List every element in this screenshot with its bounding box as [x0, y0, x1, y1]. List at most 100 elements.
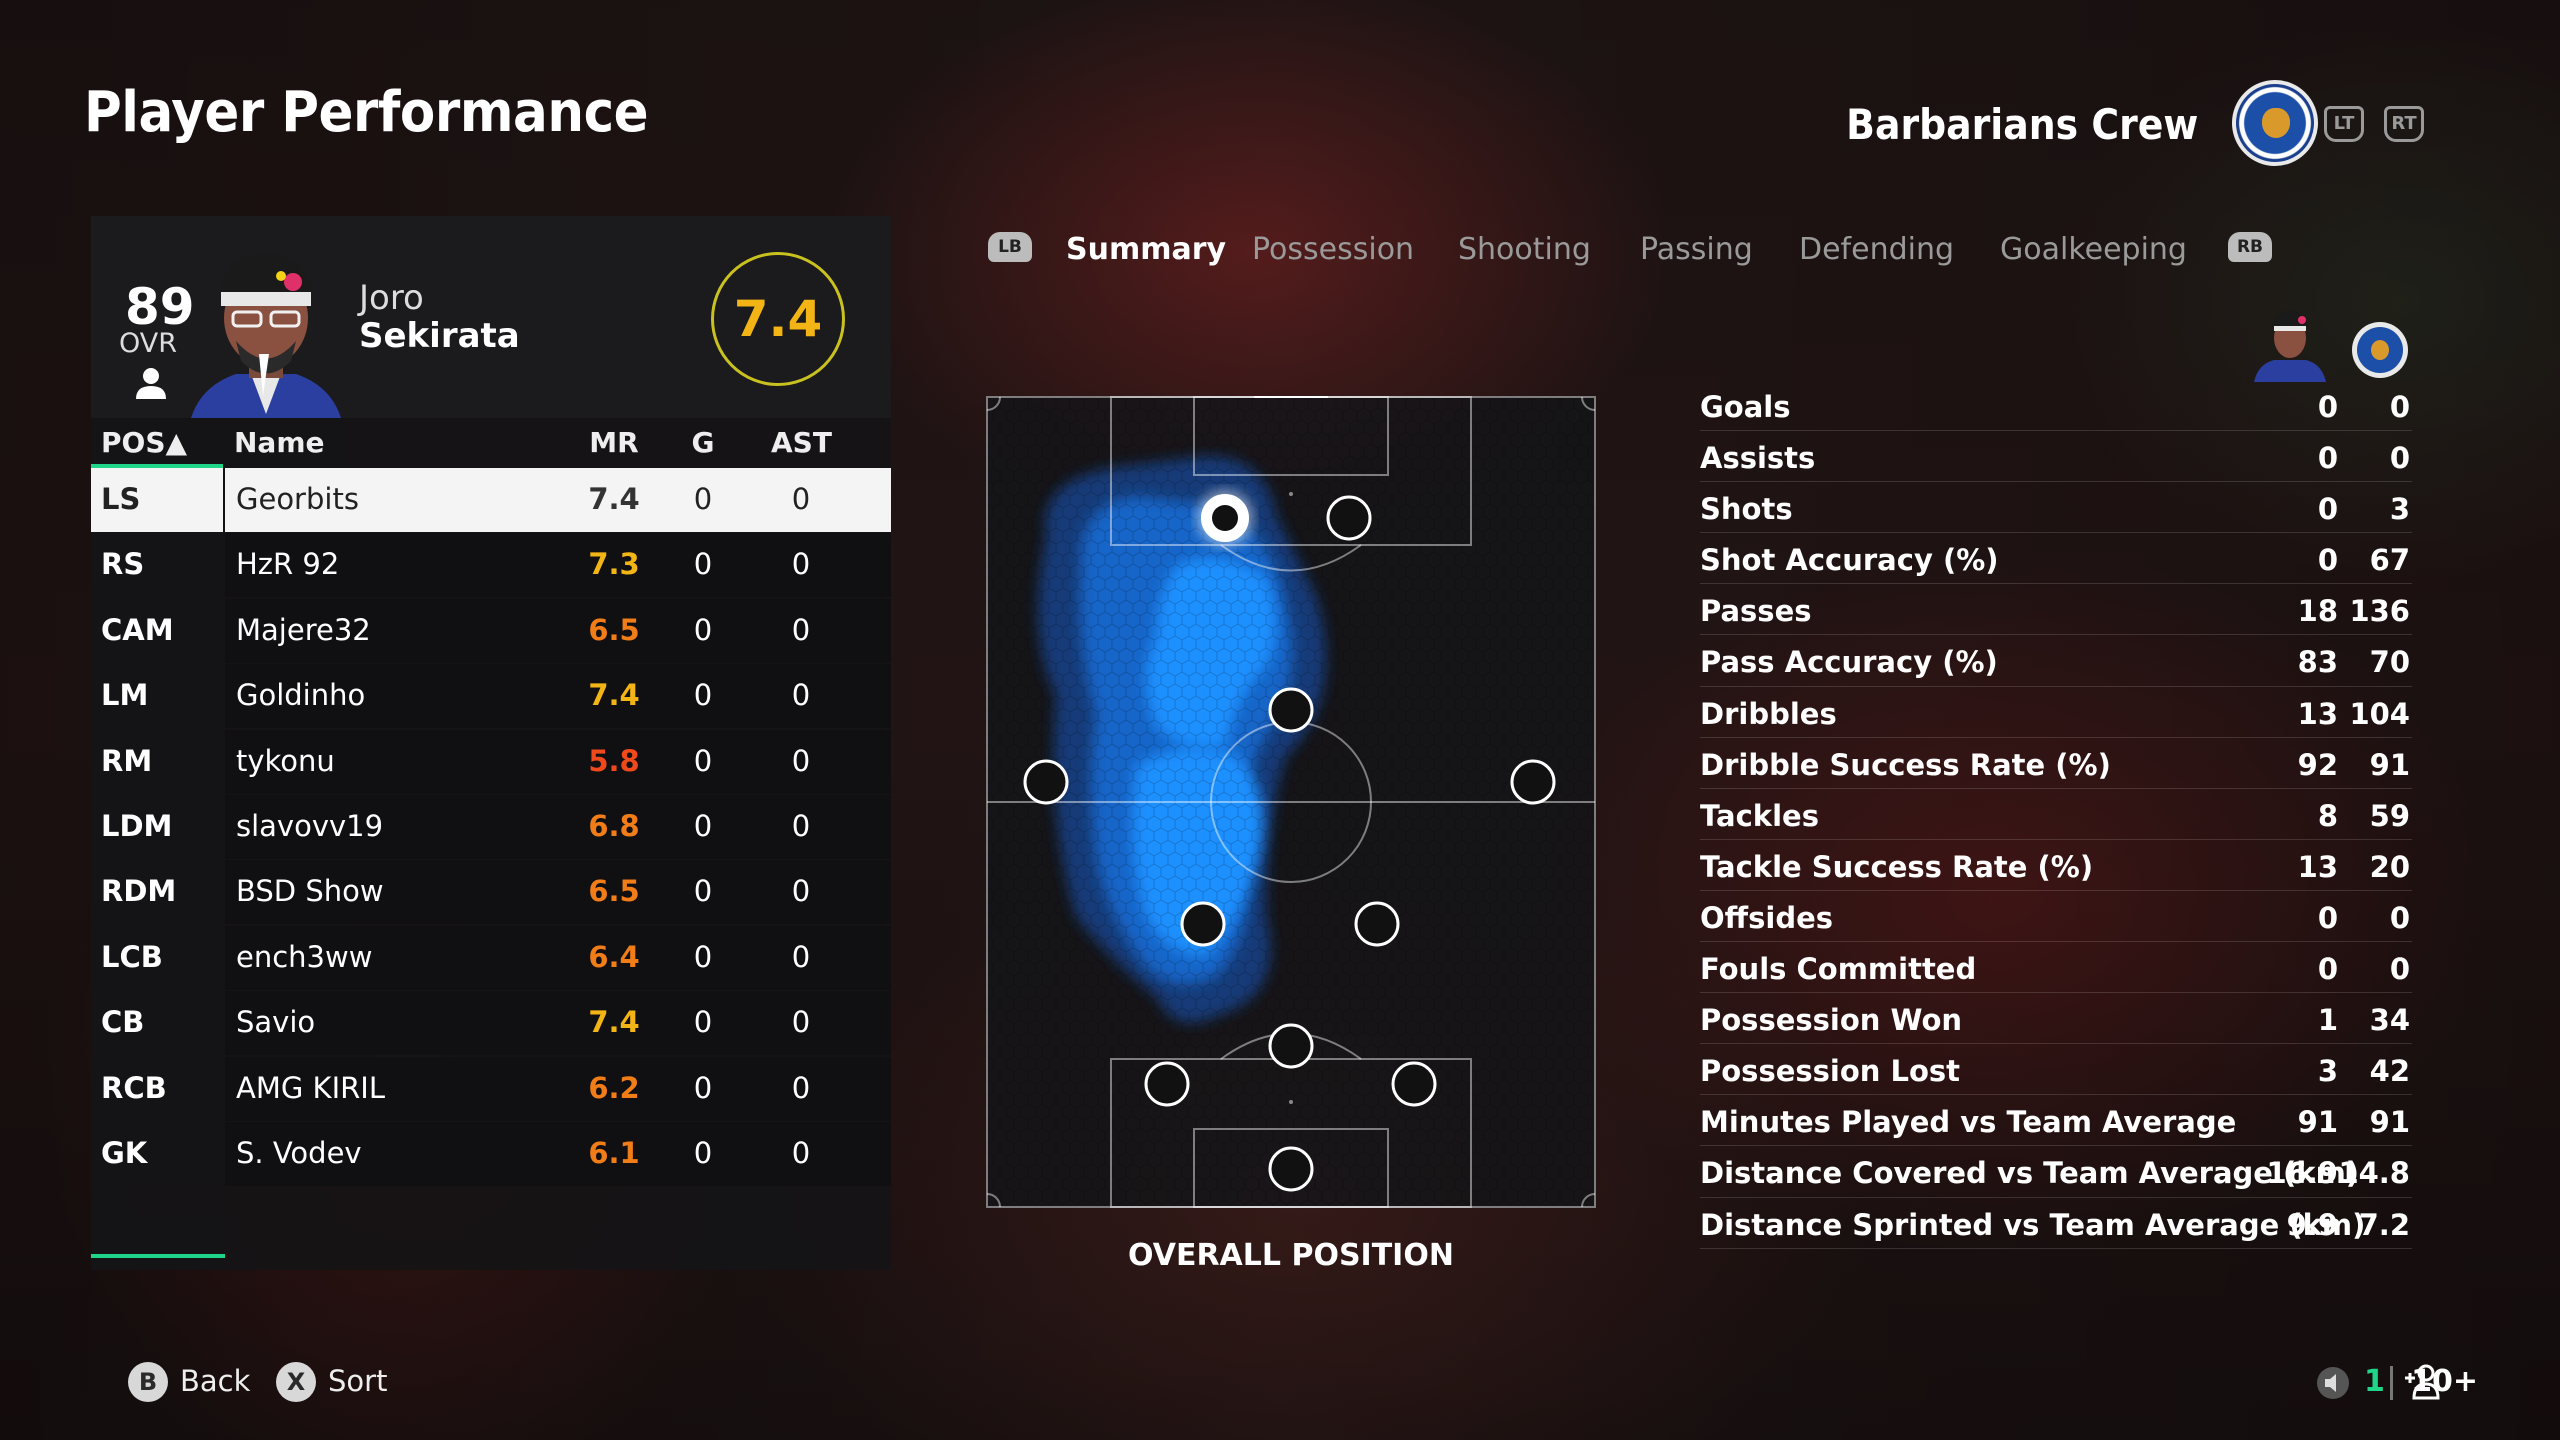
table-row[interactable]: GK S. Vodev 6.1 0 0 — [91, 1121, 891, 1186]
row-assists: 0 — [791, 1135, 811, 1170]
person-icon — [136, 368, 166, 399]
row-goals: 0 — [693, 1005, 713, 1040]
stat-player-value: 0 — [2317, 900, 2338, 935]
sort-label[interactable]: Sort — [328, 1364, 387, 1398]
tab-goalkeeping[interactable]: Goalkeeping — [2000, 232, 2187, 267]
table-row[interactable]: LS Georbits 7.4 0 0 — [91, 468, 891, 532]
row-assists: 0 — [791, 808, 811, 843]
row-goals: 0 — [693, 1135, 713, 1170]
marker-rs — [1326, 495, 1372, 541]
stat-row: Fouls Committed 0 0 — [1700, 942, 2412, 994]
name-header[interactable]: Name — [234, 426, 325, 459]
table-row[interactable]: LCB ench3ww 6.4 0 0 — [91, 925, 891, 990]
table-row[interactable]: CAM Majere32 6.5 0 0 — [91, 598, 891, 663]
club-name: Barbarians Crew — [1845, 100, 2198, 149]
stat-row: Possession Won 1 34 — [1700, 993, 2412, 1045]
row-match-rating: 6.8 — [588, 808, 640, 843]
stats-list: Goals 0 0 Assists 0 0 Shots 0 3 Shot Accuracy (%)… — [1700, 380, 2412, 1249]
stat-label: Fouls Committed — [1700, 952, 1977, 987]
table-row[interactable]: RM tykonu 5.8 0 0 — [91, 729, 891, 794]
stat-player-value: 1 — [2317, 1003, 2338, 1038]
row-player-name: Majere32 — [236, 612, 371, 647]
marker-cb — [1268, 1023, 1314, 1069]
table-filler — [91, 1216, 223, 1270]
rb-bumper-hint[interactable]: RB — [2228, 232, 2272, 262]
tab-shooting[interactable]: Shooting — [1458, 232, 1591, 267]
stat-row: Goals 0 0 — [1700, 380, 2412, 432]
marker-lm — [1023, 759, 1069, 805]
row-assists: 0 — [791, 939, 811, 974]
stat-row: Shots 0 3 — [1700, 482, 2412, 534]
rt-trigger-hint[interactable]: RT — [2384, 106, 2424, 142]
online-count: 1 — [2364, 1364, 2385, 1399]
stat-row: Possession Lost 3 42 — [1700, 1044, 2412, 1096]
tab-passing[interactable]: Passing — [1640, 232, 1753, 267]
stat-player-value: 13 — [2297, 696, 2338, 731]
stat-label: Distance Sprinted vs Team Average (km) — [1700, 1207, 2366, 1242]
x-button-icon[interactable]: X — [276, 1362, 316, 1402]
lt-trigger-hint[interactable]: LT — [2324, 106, 2364, 142]
pitch-label: OVERALL POSITION — [1128, 1238, 1454, 1273]
stat-label: Shot Accuracy (%) — [1700, 543, 1999, 578]
g-header[interactable]: G — [673, 426, 733, 459]
stat-row: Passes 18 136 — [1700, 584, 2412, 636]
stat-row: Pass Accuracy (%) 83 70 — [1700, 635, 2412, 687]
stat-team-value: 59 — [2369, 798, 2410, 833]
stat-player-value: 8 — [2317, 798, 2338, 833]
table-row[interactable]: RDM BSD Show 6.5 0 0 — [91, 860, 891, 925]
stat-label: Dribble Success Rate (%) — [1700, 747, 2111, 782]
row-position: GK — [101, 1135, 148, 1170]
tab-defending[interactable]: Defending — [1799, 232, 1954, 267]
stat-label: Tackles — [1700, 798, 1819, 833]
row-match-rating: 6.5 — [588, 874, 640, 909]
table-row[interactable]: RCB AMG KIRIL 6.2 0 0 — [91, 1056, 891, 1121]
row-goals: 0 — [693, 612, 713, 647]
row-goals: 0 — [693, 808, 713, 843]
stat-player-value: 0 — [2317, 390, 2338, 424]
stat-team-value: 0 — [2389, 441, 2410, 476]
mr-header[interactable]: MR — [569, 426, 659, 459]
row-match-rating: 5.8 — [588, 743, 640, 778]
stat-player-value: 0 — [2317, 492, 2338, 527]
stat-team-value: 104 — [2349, 696, 2410, 731]
table-scroll-indicator — [91, 1254, 225, 1258]
stat-row: Distance Sprinted vs Team Average (km) 9.… — [1700, 1198, 2412, 1249]
table-row[interactable]: CB Savio 7.4 0 0 — [91, 991, 891, 1056]
row-player-name: Savio — [236, 1005, 316, 1040]
row-goals: 0 — [693, 874, 713, 909]
row-position: CAM — [101, 612, 174, 647]
stat-label: Possession Lost — [1700, 1054, 1961, 1089]
tab-possession[interactable]: Possession — [1252, 232, 1414, 267]
player-card: 89 OVR Joro Sekirata 7.4 — [91, 216, 891, 418]
ovr-label: OVR — [119, 328, 178, 359]
table-row[interactable]: RS HzR 92 7.3 0 0 — [91, 533, 891, 598]
back-label[interactable]: Back — [180, 1364, 250, 1398]
player-compare-icon — [2254, 310, 2326, 382]
footer-divider — [2390, 1366, 2393, 1400]
row-position: RM — [101, 743, 153, 778]
player-first-name: Joro — [359, 278, 424, 318]
row-match-rating: 6.2 — [588, 1070, 640, 1105]
stat-team-value: 136 — [2349, 594, 2410, 629]
row-player-name: Georbits — [236, 482, 359, 516]
row-assists: 0 — [791, 678, 811, 713]
tab-summary[interactable]: Summary — [1066, 232, 1226, 267]
lb-bumper-hint[interactable]: LB — [988, 232, 1032, 262]
stat-row: Shot Accuracy (%) 0 67 — [1700, 533, 2412, 585]
row-match-rating: 7.4 — [588, 1005, 640, 1040]
stat-label: Dribbles — [1700, 696, 1837, 731]
stat-label: Possession Won — [1700, 1003, 1963, 1038]
b-button-icon[interactable]: B — [128, 1362, 168, 1402]
stat-row: Minutes Played vs Team Average 91 91 — [1700, 1095, 2412, 1147]
row-match-rating: 6.5 — [588, 612, 640, 647]
pos-header[interactable]: POS▲ — [101, 426, 187, 459]
stat-label: Distance Covered vs Team Average (km) — [1700, 1156, 2360, 1191]
row-player-name: S. Vodev — [236, 1135, 362, 1170]
row-match-rating: 6.4 — [588, 939, 640, 974]
stat-player-value: 91 — [2297, 1105, 2338, 1140]
stat-label: Assists — [1700, 441, 1816, 476]
ast-header[interactable]: AST — [771, 426, 832, 459]
table-row[interactable]: LDM slavovv19 6.8 0 0 — [91, 794, 891, 859]
row-position: RDM — [101, 874, 177, 909]
table-row[interactable]: LM Goldinho 7.4 0 0 — [91, 664, 891, 729]
